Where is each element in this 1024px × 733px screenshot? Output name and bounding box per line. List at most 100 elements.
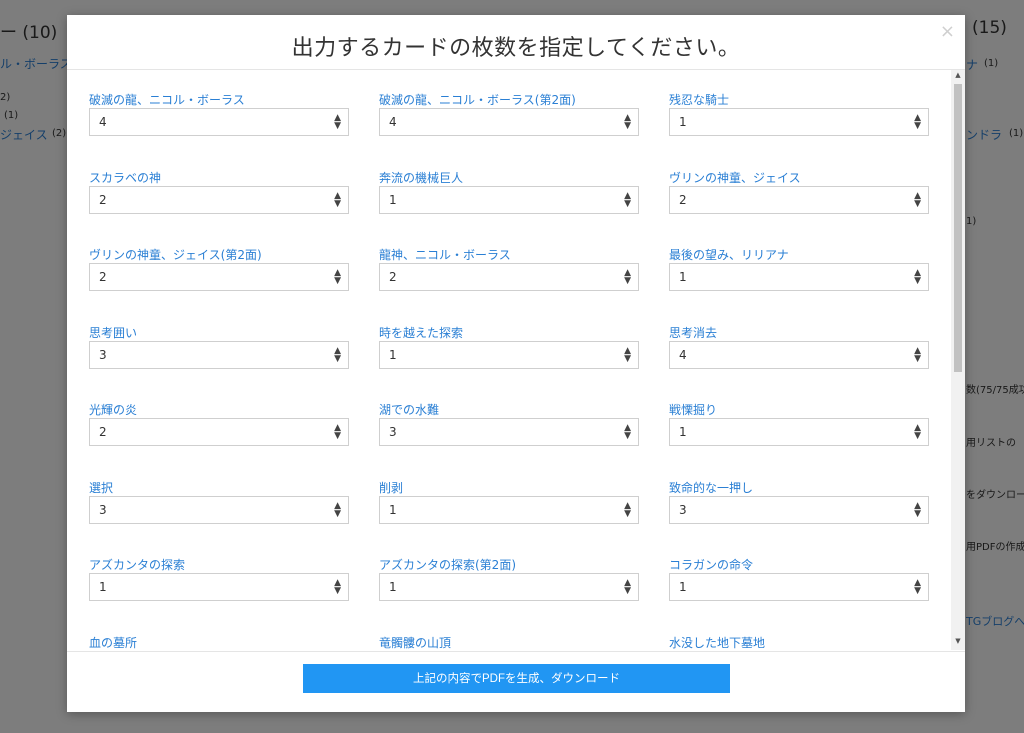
card-item: 破滅の龍、ニコル・ボーラス 4 ▲ ▼	[89, 92, 349, 170]
card-count-select[interactable]: 1 ▲ ▼	[669, 108, 929, 136]
card-item: 血の墓所▲▼	[89, 635, 349, 651]
card-item: 時を越えた探索 1 ▲ ▼	[379, 325, 639, 403]
scroll-up-arrow-icon[interactable]: ▲	[951, 71, 965, 83]
card-count-select[interactable]: 2 ▲ ▼	[669, 185, 929, 214]
card-count-modal: 出力するカードの枚数を指定してください。 × 破滅の龍、ニコル・ボーラス 4 ▲ ▼ 破…	[67, 15, 965, 712]
card-name-label: ヴリンの神童、ジェイス	[669, 170, 801, 185]
card-name-label: 奔流の機械巨人	[379, 170, 464, 185]
card-count-select[interactable]: 2 ▲ ▼	[379, 263, 639, 291]
card-count-select[interactable]: 1 ▲ ▼	[379, 495, 639, 524]
scroll-thumb[interactable]	[954, 84, 962, 372]
select-updown-icon: ▲ ▼	[624, 345, 631, 364]
card-count-select[interactable]: 3 ▲ ▼	[669, 495, 929, 524]
card-item: 選択 3 ▲ ▼	[89, 480, 349, 558]
card-name-label: 破滅の龍、ニコル・ボーラス(第2面)	[379, 93, 576, 107]
select-updown-icon: ▲ ▼	[334, 423, 341, 441]
select-updown-icon: ▲ ▼	[914, 345, 921, 364]
card-count-value: 1	[389, 192, 397, 207]
card-count-value: 3	[389, 425, 397, 439]
card-name-label: 最後の望み、リリアナ	[669, 248, 789, 262]
select-updown-icon: ▲ ▼	[914, 423, 921, 441]
select-updown-icon: ▲ ▼	[334, 113, 341, 131]
card-count-value: 1	[679, 425, 687, 439]
card-item: アズカンタの探索(第2面) 1 ▲ ▼	[379, 557, 639, 635]
select-updown-icon: ▲ ▼	[914, 578, 921, 596]
card-item: 破滅の龍、ニコル・ボーラス(第2面) 4 ▲ ▼	[379, 92, 639, 170]
card-count-value: 1	[389, 580, 397, 594]
select-updown-icon: ▲ ▼	[624, 423, 631, 441]
card-count-value: 2	[679, 192, 687, 207]
card-item: アズカンタの探索 1 ▲ ▼	[89, 557, 349, 635]
card-name-label: 選択	[89, 480, 114, 495]
card-count-value: 1	[389, 502, 397, 517]
card-count-select[interactable]: 1 ▲ ▼	[379, 185, 639, 214]
card-count-select[interactable]: 2 ▲ ▼	[89, 263, 349, 291]
card-name-label: 致命的な一押し	[669, 480, 754, 495]
card-name-label: 時を越えた探索	[379, 325, 464, 340]
card-count-select[interactable]: 3 ▲ ▼	[89, 340, 349, 369]
card-count-select[interactable]: 4 ▲ ▼	[89, 108, 349, 136]
card-count-select[interactable]: 1 ▲ ▼	[379, 340, 639, 369]
card-count-value: 3	[679, 502, 687, 517]
card-count-value: 4	[679, 347, 687, 362]
select-updown-icon: ▲ ▼	[914, 190, 921, 209]
card-item: ヴリンの神童、ジェイス(第2面) 2 ▲ ▼	[89, 247, 349, 325]
card-name-label: 血の墓所	[89, 635, 138, 650]
modal-header: 出力するカードの枚数を指定してください。 ×	[67, 15, 965, 70]
card-name-label: 湖での水難	[379, 403, 440, 417]
generate-pdf-button[interactable]: 上記の内容でPDFを生成、ダウンロード	[303, 664, 730, 693]
card-name-label: 龍神、ニコル・ボーラス	[379, 248, 511, 262]
card-count-value: 2	[99, 270, 107, 284]
select-updown-icon: ▲ ▼	[334, 345, 341, 364]
card-count-select[interactable]: 4 ▲ ▼	[669, 340, 929, 369]
card-count-select[interactable]: 1 ▲ ▼	[669, 263, 929, 291]
modal-body: 破滅の龍、ニコル・ボーラス 4 ▲ ▼ 破滅の龍、ニコル・ボーラス(第2面) 4 ▲ ▼ 残忍な…	[67, 70, 965, 650]
modal-footer: 上記の内容でPDFを生成、ダウンロード	[67, 651, 965, 713]
card-count-select[interactable]: 3 ▲ ▼	[89, 495, 349, 524]
card-name-label: コラガンの命令	[669, 558, 754, 572]
card-item: 致命的な一押し 3 ▲ ▼	[669, 480, 929, 558]
select-updown-icon: ▲ ▼	[334, 578, 341, 596]
select-updown-icon: ▲ ▼	[624, 268, 631, 286]
card-count-select[interactable]: 1 ▲ ▼	[669, 418, 929, 446]
select-updown-icon: ▲ ▼	[334, 500, 341, 519]
card-item: 奔流の機械巨人 1 ▲ ▼	[379, 170, 639, 248]
card-count-select[interactable]: 1 ▲ ▼	[669, 573, 929, 601]
card-grid: 破滅の龍、ニコル・ボーラス 4 ▲ ▼ 破滅の龍、ニコル・ボーラス(第2面) 4 ▲ ▼ 残忍な…	[89, 92, 935, 650]
select-updown-icon: ▲ ▼	[624, 113, 631, 131]
select-updown-icon: ▲ ▼	[334, 190, 341, 209]
card-count-value: 4	[389, 115, 397, 129]
card-item: 最後の望み、リリアナ 1 ▲ ▼	[669, 247, 929, 325]
card-name-label: 削剥	[379, 480, 404, 495]
card-count-select[interactable]: 1 ▲ ▼	[89, 573, 349, 601]
close-icon[interactable]: ×	[940, 21, 955, 42]
card-item: スカラベの神 2 ▲ ▼	[89, 170, 349, 248]
card-count-select[interactable]: 2 ▲ ▼	[89, 185, 349, 214]
select-updown-icon: ▲ ▼	[914, 113, 921, 131]
card-name-label: 竜髑髏の山頂	[379, 635, 452, 650]
card-count-value: 1	[679, 115, 687, 129]
card-name-label: 光輝の炎	[89, 403, 138, 417]
card-name-label: 思考囲い	[89, 325, 138, 340]
modal-scrollbar[interactable]: ▲ ▼	[951, 70, 965, 650]
card-item: 龍神、ニコル・ボーラス 2 ▲ ▼	[379, 247, 639, 325]
card-count-value: 3	[99, 347, 107, 362]
card-count-select[interactable]: 3 ▲ ▼	[379, 418, 639, 446]
card-item: 水没した地下墓地▲▼	[669, 635, 929, 651]
card-item: 削剥 1 ▲ ▼	[379, 480, 639, 558]
select-updown-icon: ▲ ▼	[624, 190, 631, 209]
card-count-value: 3	[99, 502, 107, 517]
card-count-value: 4	[99, 115, 107, 129]
card-count-value: 1	[99, 580, 107, 594]
select-updown-icon: ▲ ▼	[334, 268, 341, 286]
card-count-value: 2	[99, 425, 107, 439]
card-item: 竜髑髏の山頂▲▼	[379, 635, 639, 651]
card-name-label: 水没した地下墓地	[669, 635, 766, 650]
card-count-select[interactable]: 1 ▲ ▼	[379, 573, 639, 601]
card-name-label: 破滅の龍、ニコル・ボーラス	[89, 93, 245, 107]
scroll-down-arrow-icon[interactable]: ▼	[951, 637, 965, 649]
card-count-select[interactable]: 2 ▲ ▼	[89, 418, 349, 446]
card-count-select[interactable]: 4 ▲ ▼	[379, 108, 639, 136]
card-item: 残忍な騎士 1 ▲ ▼	[669, 92, 929, 170]
card-name-label: スカラベの神	[89, 170, 162, 185]
